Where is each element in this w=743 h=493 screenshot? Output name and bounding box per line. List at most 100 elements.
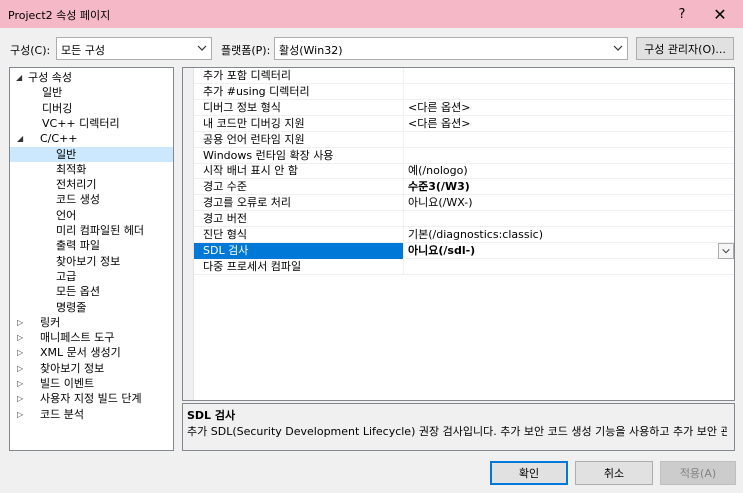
tree-item[interactable]: ▷ 링커 bbox=[10, 315, 173, 330]
property-row[interactable]: 시작 배너 표시 안 함 예(/nologo) bbox=[194, 163, 734, 180]
platform-select[interactable]: 활성(Win32) bbox=[274, 37, 628, 60]
property-value[interactable]: <다른 옵션> bbox=[406, 100, 716, 116]
grid-gutter bbox=[183, 68, 194, 400]
tree-item[interactable]: 일반 bbox=[10, 146, 173, 162]
property-row[interactable]: 추가 포함 디렉터리 bbox=[194, 68, 734, 84]
cancel-button[interactable]: 취소 bbox=[575, 461, 653, 485]
expand-icon[interactable]: ▷ bbox=[17, 361, 23, 376]
property-row[interactable]: 경고 수준 수준3(/W3) bbox=[194, 179, 734, 196]
collapse-icon[interactable]: ◢ bbox=[17, 131, 23, 146]
expand-icon[interactable]: ▷ bbox=[17, 345, 23, 360]
expand-icon[interactable]: ▷ bbox=[17, 391, 23, 406]
value-dropdown-button[interactable] bbox=[718, 242, 734, 259]
tree-item[interactable]: 모든 옵션 bbox=[10, 284, 173, 299]
property-row[interactable]: 경고를 오류로 처리 아니요(/WX-) bbox=[194, 195, 734, 212]
property-value[interactable] bbox=[406, 132, 716, 148]
collapse-icon[interactable]: ◢ bbox=[16, 70, 22, 85]
tree-item[interactable]: 일반 bbox=[10, 85, 173, 100]
property-value[interactable]: 아니요(/WX-) bbox=[406, 195, 716, 211]
description-title: SDL 검사 bbox=[187, 409, 236, 422]
chevron-down-icon bbox=[722, 248, 730, 254]
tree-item-label: 모든 옵션 bbox=[56, 285, 100, 299]
tree-item[interactable]: 미리 컴파일된 헤더 bbox=[10, 223, 173, 238]
property-name: 공용 언어 런타임 지원 bbox=[194, 131, 404, 148]
tree-item[interactable]: ◢ C/C++ bbox=[10, 131, 173, 146]
platform-value: 활성(Win32) bbox=[279, 44, 343, 57]
property-value[interactable] bbox=[406, 68, 716, 84]
description-text: 추가 SDL(Security Development Lifecycle) 권… bbox=[187, 425, 727, 438]
tree-item[interactable]: 전처리기 bbox=[10, 177, 173, 192]
tree-item[interactable]: ▷ XML 문서 생성기 bbox=[10, 345, 173, 360]
tree-item-label: 고급 bbox=[56, 269, 77, 283]
property-value[interactable] bbox=[406, 84, 716, 100]
tree-item[interactable]: ▷ 사용자 지정 빌드 단계 bbox=[10, 391, 173, 406]
tree-item[interactable]: VC++ 디렉터리 bbox=[10, 116, 173, 131]
property-row[interactable]: 경고 버전 bbox=[194, 211, 734, 228]
chevron-down-icon bbox=[197, 45, 207, 51]
config-manager-button[interactable]: 구성 관리자(O)... bbox=[636, 37, 734, 60]
tree-item[interactable]: 고급 bbox=[10, 269, 173, 284]
property-value[interactable]: 아니요(/sdl-) bbox=[406, 243, 716, 259]
property-row[interactable]: 추가 #using 디렉터리 bbox=[194, 83, 734, 100]
tree-item[interactable]: ▷ 빌드 이벤트 bbox=[10, 376, 173, 391]
property-value[interactable]: <다른 옵션> bbox=[406, 116, 716, 132]
property-row[interactable]: 다중 프로세서 컴파일 bbox=[194, 258, 734, 275]
property-value[interactable] bbox=[406, 148, 716, 164]
config-select[interactable]: 모든 구성 bbox=[56, 37, 212, 60]
window-title: Project2 속성 페이지 bbox=[8, 9, 111, 22]
tree-item[interactable]: ▷ 코드 분석 bbox=[10, 407, 173, 422]
tree-item-label: 코드 생성 bbox=[56, 193, 100, 207]
tree-item-label: 빌드 이벤트 bbox=[40, 377, 95, 390]
property-value[interactable]: 기본(/diagnostics:classic) bbox=[406, 227, 716, 243]
expand-icon[interactable]: ▷ bbox=[17, 376, 23, 391]
expand-icon[interactable]: ▷ bbox=[17, 330, 23, 345]
config-value: 모든 구성 bbox=[61, 44, 105, 57]
expand-icon[interactable]: ▷ bbox=[17, 315, 23, 330]
tree-item[interactable]: ◢ 구성 속성 bbox=[10, 70, 173, 85]
tree-item-label: 전처리기 bbox=[56, 178, 97, 192]
property-grid[interactable]: 추가 포함 디렉터리 추가 #using 디렉터리 디버그 정보 형식 <다른 옵션>… bbox=[182, 67, 735, 401]
property-name: 경고를 오류로 처리 bbox=[194, 195, 404, 212]
expand-icon[interactable]: ▷ bbox=[17, 407, 23, 422]
property-row[interactable]: SDL 검사 아니요(/sdl-) bbox=[194, 242, 734, 259]
tree-item-label: 미리 컴파일된 헤더 bbox=[56, 224, 144, 237]
tree-item-label: 일반 bbox=[56, 147, 77, 161]
tree-item-label: 최적화 bbox=[56, 162, 87, 176]
property-value[interactable]: 예(/nologo) bbox=[406, 163, 716, 179]
property-value[interactable] bbox=[406, 211, 716, 227]
property-value[interactable] bbox=[406, 259, 716, 275]
tree-item-label: 링커 bbox=[40, 315, 61, 329]
description-panel: SDL 검사 추가 SDL(Security Development Lifec… bbox=[182, 403, 735, 451]
property-name: 디버그 정보 형식 bbox=[194, 99, 404, 116]
apply-button[interactable]: 적용(A) bbox=[660, 461, 736, 485]
tree-item[interactable]: 찾아보기 정보 bbox=[10, 254, 173, 269]
property-row[interactable]: 공용 언어 런타임 지원 bbox=[194, 131, 734, 148]
close-button[interactable]: ✕ bbox=[702, 0, 738, 28]
property-name: 진단 형식 bbox=[194, 227, 404, 243]
ok-button[interactable]: 확인 bbox=[490, 461, 568, 485]
tree-item-label: VC++ 디렉터리 bbox=[42, 116, 120, 130]
property-name: 내 코드만 디버깅 지원 bbox=[194, 115, 404, 132]
tree-item[interactable]: 디버깅 bbox=[10, 101, 173, 116]
title-bar: Project2 속성 페이지 ? ✕ bbox=[0, 0, 743, 28]
tree-item-label: 출력 파일 bbox=[56, 239, 100, 253]
tree-item[interactable]: ▷ 찾아보기 정보 bbox=[10, 361, 173, 376]
help-button[interactable]: ? bbox=[664, 0, 700, 28]
property-row[interactable]: 진단 형식 기본(/diagnostics:classic) bbox=[194, 227, 734, 243]
tree-item[interactable]: 명령줄 bbox=[10, 300, 173, 315]
property-name: 추가 #using 디렉터리 bbox=[194, 83, 404, 100]
tree-item[interactable]: 최적화 bbox=[10, 162, 173, 177]
tree-item[interactable]: 언어 bbox=[10, 208, 173, 223]
property-tree[interactable]: ◢ 구성 속성 일반 디버깅 VC++ 디렉터리 ◢ C/C++ 일반 최적화 전처리기 코드 생성… bbox=[9, 67, 174, 451]
tree-item[interactable]: ▷ 매니페스트 도구 bbox=[10, 330, 173, 345]
tree-item-label: 일반 bbox=[42, 86, 63, 100]
property-row[interactable]: Windows 런타임 확장 사용 bbox=[194, 147, 734, 164]
config-label: 구성(C): bbox=[10, 44, 51, 57]
tree-item[interactable]: 코드 생성 bbox=[10, 192, 173, 207]
tree-item[interactable]: 출력 파일 bbox=[10, 238, 173, 253]
property-row[interactable]: 디버그 정보 형식 <다른 옵션> bbox=[194, 99, 734, 116]
property-value[interactable]: 수준3(/W3) bbox=[406, 179, 716, 195]
property-row[interactable]: 내 코드만 디버깅 지원 <다른 옵션> bbox=[194, 115, 734, 132]
property-name: 시작 배너 표시 안 함 bbox=[194, 163, 404, 180]
tree-item-label: 찾아보기 정보 bbox=[56, 254, 121, 268]
